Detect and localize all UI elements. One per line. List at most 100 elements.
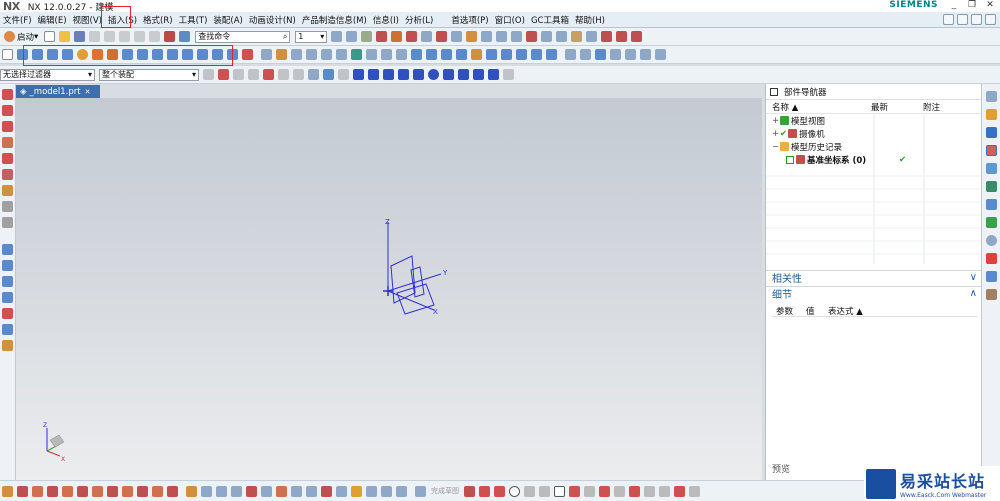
hd3d-icon[interactable] <box>986 163 997 174</box>
fit-icon[interactable] <box>511 31 523 42</box>
measure-icon[interactable] <box>451 31 463 42</box>
rotate-icon[interactable] <box>481 31 493 42</box>
offset-curve-icon[interactable] <box>2 169 13 180</box>
polygon-icon[interactable] <box>2 137 13 148</box>
swept-surface-icon[interactable] <box>2 308 13 319</box>
sketch-circle-icon[interactable] <box>509 485 520 497</box>
menu-window[interactable]: 窗口(O) <box>492 14 528 26</box>
chamfer-icon[interactable] <box>201 485 212 497</box>
constraint-navigator-icon[interactable] <box>986 109 997 120</box>
restore-button[interactable]: ❐ <box>964 0 980 10</box>
menu-file[interactable]: 文件(F) <box>0 14 35 26</box>
unite-icon[interactable] <box>261 49 272 60</box>
snap-face-icon[interactable] <box>383 69 394 80</box>
move-face-icon[interactable] <box>411 49 422 60</box>
layer-icon[interactable] <box>361 31 373 42</box>
snap-existing-icon[interactable] <box>443 69 454 80</box>
document-tab[interactable]: ◈ _model1.prt ✕ <box>16 85 100 98</box>
web-browser-icon[interactable] <box>986 181 997 192</box>
roles-icon[interactable] <box>986 271 997 282</box>
wcs-icon[interactable] <box>526 31 538 42</box>
sketch-line-icon[interactable] <box>479 485 490 497</box>
helix-icon[interactable] <box>2 153 13 164</box>
quick-extend-icon[interactable] <box>644 485 655 497</box>
intersect-icon[interactable] <box>276 485 287 497</box>
shell-icon[interactable] <box>306 49 317 60</box>
column-parameter[interactable]: 参数 <box>772 305 806 317</box>
n-sided-surface-icon[interactable] <box>2 276 13 287</box>
edge-blend-icon[interactable] <box>276 49 287 60</box>
draft-icon[interactable] <box>231 485 242 497</box>
view-section-icon[interactable] <box>625 49 636 60</box>
delete-face-icon[interactable] <box>441 49 452 60</box>
zoom-icon[interactable] <box>496 31 508 42</box>
quick-trim-icon[interactable] <box>629 485 640 497</box>
menu-format[interactable]: 格式(R) <box>140 14 176 26</box>
menu-gc-toolbox[interactable]: GC工具箱 <box>528 14 572 26</box>
copy-icon[interactable] <box>104 31 116 42</box>
dimension-icon[interactable] <box>674 485 685 497</box>
geometric-constraint-icon[interactable] <box>689 485 700 497</box>
through-curves-icon[interactable] <box>486 49 497 60</box>
block-icon[interactable] <box>32 485 43 497</box>
trim-body-icon[interactable] <box>321 49 332 60</box>
pin-icon[interactable] <box>770 87 778 96</box>
column-name[interactable]: 名称 ▲ <box>766 101 871 113</box>
more-tools-icon[interactable] <box>655 49 666 60</box>
spline-icon[interactable] <box>631 31 643 42</box>
point-icon[interactable] <box>376 31 388 42</box>
shell-icon[interactable] <box>216 485 227 497</box>
mesh-surface-icon[interactable] <box>2 260 13 271</box>
minimize-button[interactable]: _ <box>946 0 962 10</box>
split-body-icon[interactable] <box>306 485 317 497</box>
mirror-icon[interactable] <box>381 49 392 60</box>
draft-icon[interactable] <box>351 49 362 60</box>
snap-tangent-icon[interactable] <box>398 69 409 80</box>
snap-center-icon[interactable] <box>323 69 334 80</box>
curve-icon[interactable] <box>616 31 628 42</box>
bridge-curve-icon[interactable] <box>2 201 13 212</box>
edge-blend-icon[interactable] <box>186 485 197 497</box>
profile-icon[interactable] <box>464 485 475 497</box>
menu-pmi[interactable]: 产品制造信息(M) <box>299 14 370 26</box>
graphics-viewport[interactable]: Z Y X Z X <box>16 98 762 480</box>
make-corner-icon[interactable] <box>659 485 670 497</box>
snap-bounded-icon[interactable] <box>458 69 469 80</box>
shaded-icon[interactable] <box>595 49 606 60</box>
details-panel-header[interactable]: 细节 ∧ <box>766 286 982 301</box>
csys-icon[interactable] <box>406 31 418 42</box>
new-file-icon[interactable] <box>44 31 56 42</box>
snap-icon[interactable] <box>421 31 433 42</box>
sketch-arc-icon[interactable] <box>494 485 505 497</box>
view-layout-icon[interactable] <box>565 49 576 60</box>
column-notes[interactable]: 附注 <box>923 101 973 113</box>
ruler-icon[interactable] <box>571 31 583 42</box>
thicken-icon[interactable] <box>396 485 407 497</box>
close-button[interactable]: ✕ <box>982 0 998 10</box>
part-navigator-icon[interactable] <box>986 127 997 138</box>
command-search-input[interactable]: 查找命令 ⌕ <box>195 30 291 43</box>
text-icon[interactable] <box>2 217 13 228</box>
column-value[interactable]: 值 <box>806 305 828 317</box>
reuse-library-icon[interactable] <box>986 145 997 156</box>
datum-csys-icon[interactable] <box>391 31 403 42</box>
patch-icon[interactable] <box>546 49 557 60</box>
law-extension-icon[interactable] <box>2 340 13 351</box>
snap-pole-icon[interactable] <box>488 69 499 80</box>
snap-circle-icon[interactable] <box>428 69 439 80</box>
column-expression[interactable]: 表达式 ▲ <box>828 305 888 317</box>
menu-assembly[interactable]: 装配(A) <box>210 14 245 26</box>
rectangle-icon[interactable] <box>554 485 565 497</box>
menu-analysis[interactable]: 分析(L) <box>402 14 436 26</box>
filter-select[interactable]: 无选择过滤器 ▾ <box>0 68 95 81</box>
sweep-icon[interactable] <box>501 49 512 60</box>
split-body-icon[interactable] <box>336 49 347 60</box>
pad-icon[interactable] <box>137 485 148 497</box>
system-materials-icon[interactable] <box>986 217 997 228</box>
boss-icon[interactable] <box>107 485 118 497</box>
datum-plane-icon[interactable] <box>351 485 362 497</box>
thicken-icon[interactable] <box>531 49 542 60</box>
pattern-icon[interactable] <box>242 49 253 60</box>
snap-intersect-icon[interactable] <box>308 69 319 80</box>
extension-surface-icon[interactable] <box>2 292 13 303</box>
